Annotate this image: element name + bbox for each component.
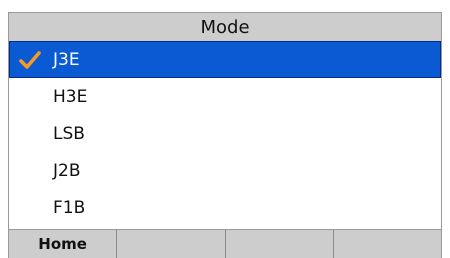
softkey-4[interactable]	[332, 230, 441, 258]
screen-title-bar: Mode	[8, 12, 442, 41]
mode-item-h3e[interactable]: H3E	[9, 78, 441, 115]
mode-item-j2b[interactable]: J2B	[9, 152, 441, 189]
mode-item-label: LSB	[53, 123, 85, 144]
mode-item-label: J3E	[53, 49, 80, 70]
checkmark-icon	[19, 50, 41, 69]
mode-item-f1b[interactable]: F1B	[9, 189, 441, 226]
softkey-label: Home	[38, 235, 87, 253]
softkey-2[interactable]	[116, 230, 224, 258]
softkey-home[interactable]: Home	[9, 230, 116, 258]
mode-item-label: F1B	[53, 197, 86, 218]
mode-item-label: J2B	[53, 160, 81, 181]
page-title: Mode	[200, 16, 250, 38]
softkey-bar: Home	[8, 229, 442, 258]
mode-item-label: H3E	[53, 86, 88, 107]
mode-item-lsb[interactable]: LSB	[9, 115, 441, 152]
mode-list: J3E H3E LSB J2B F1B	[8, 41, 442, 231]
mode-item-j3e[interactable]: J3E	[9, 41, 441, 78]
mode-screen: Mode J3E H3E LSB J2B F1B Home	[0, 0, 450, 258]
softkey-3[interactable]	[224, 230, 333, 258]
